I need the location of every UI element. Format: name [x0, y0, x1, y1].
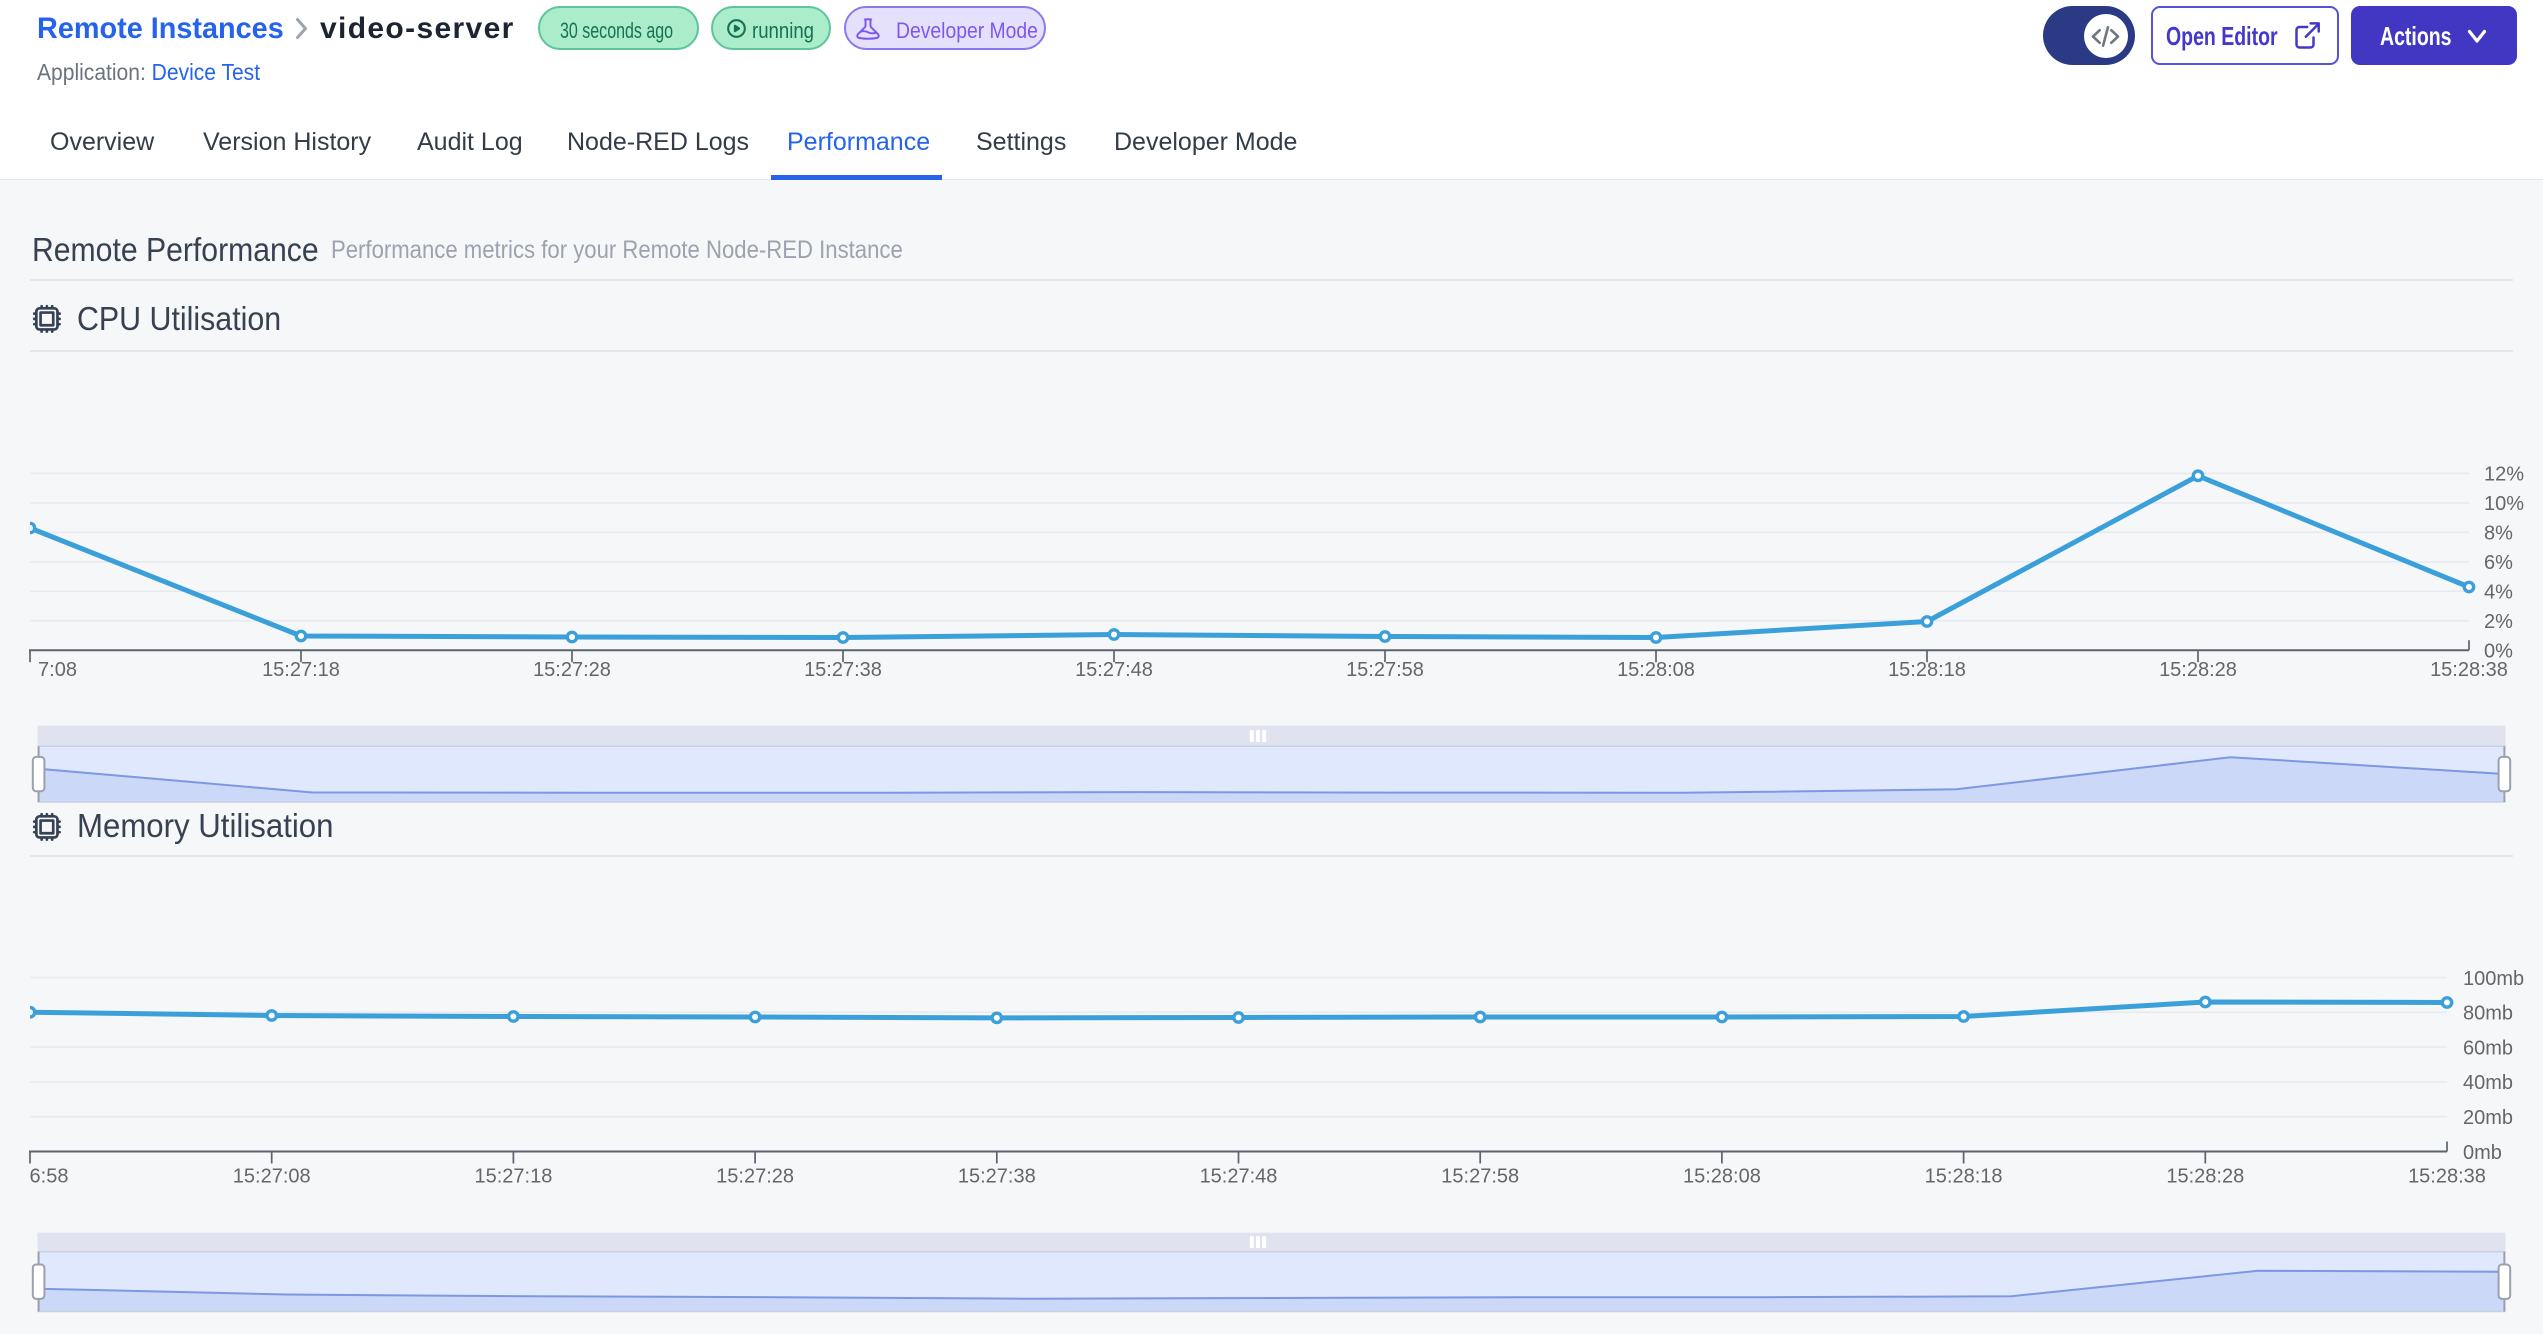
svg-text:15:28:38: 15:28:38: [2408, 1166, 2486, 1188]
svg-text:15:27:18: 15:27:18: [474, 1166, 552, 1188]
svg-text:15:28:08: 15:28:08: [1683, 1166, 1761, 1188]
svg-text:15:27:28: 15:27:28: [533, 659, 611, 681]
svg-text:12%: 12%: [2484, 464, 2524, 486]
svg-text:6%: 6%: [2484, 552, 2513, 574]
svg-text:15:27:48: 15:27:48: [1075, 659, 1153, 681]
svg-text:0mb: 0mb: [2463, 1142, 2502, 1164]
svg-text:40mb: 40mb: [2463, 1072, 2513, 1094]
svg-text:80mb: 80mb: [2463, 1003, 2513, 1025]
svg-text:15:28:38: 15:28:38: [2430, 659, 2508, 681]
svg-text:15:27:08: 15:27:08: [233, 1166, 311, 1188]
svg-text:15:28:28: 15:28:28: [2166, 1166, 2244, 1188]
svg-text:15:27:58: 15:27:58: [1346, 659, 1424, 681]
svg-text:15:27:58: 15:27:58: [1441, 1166, 1519, 1188]
svg-text:8%: 8%: [2484, 523, 2513, 545]
svg-text:15:28:18: 15:28:18: [1925, 1166, 2003, 1188]
svg-text:4%: 4%: [2484, 582, 2513, 604]
svg-text:15:28:08: 15:28:08: [1617, 659, 1695, 681]
svg-text:15:27:18: 15:27:18: [262, 659, 340, 681]
svg-text:6:58: 6:58: [30, 1166, 69, 1188]
svg-text:15:28:18: 15:28:18: [1888, 659, 1966, 681]
svg-text:15:27:28: 15:27:28: [716, 1166, 794, 1188]
svg-text:15:27:38: 15:27:38: [958, 1166, 1036, 1188]
svg-text:15:28:28: 15:28:28: [2159, 659, 2237, 681]
svg-text:15:27:48: 15:27:48: [1200, 1166, 1278, 1188]
svg-text:2%: 2%: [2484, 611, 2513, 633]
svg-text:100mb: 100mb: [2463, 968, 2524, 990]
svg-text:15:27:38: 15:27:38: [804, 659, 882, 681]
svg-text:7:08: 7:08: [38, 659, 77, 681]
svg-text:60mb: 60mb: [2463, 1037, 2513, 1059]
svg-text:10%: 10%: [2484, 493, 2524, 515]
svg-text:20mb: 20mb: [2463, 1107, 2513, 1129]
